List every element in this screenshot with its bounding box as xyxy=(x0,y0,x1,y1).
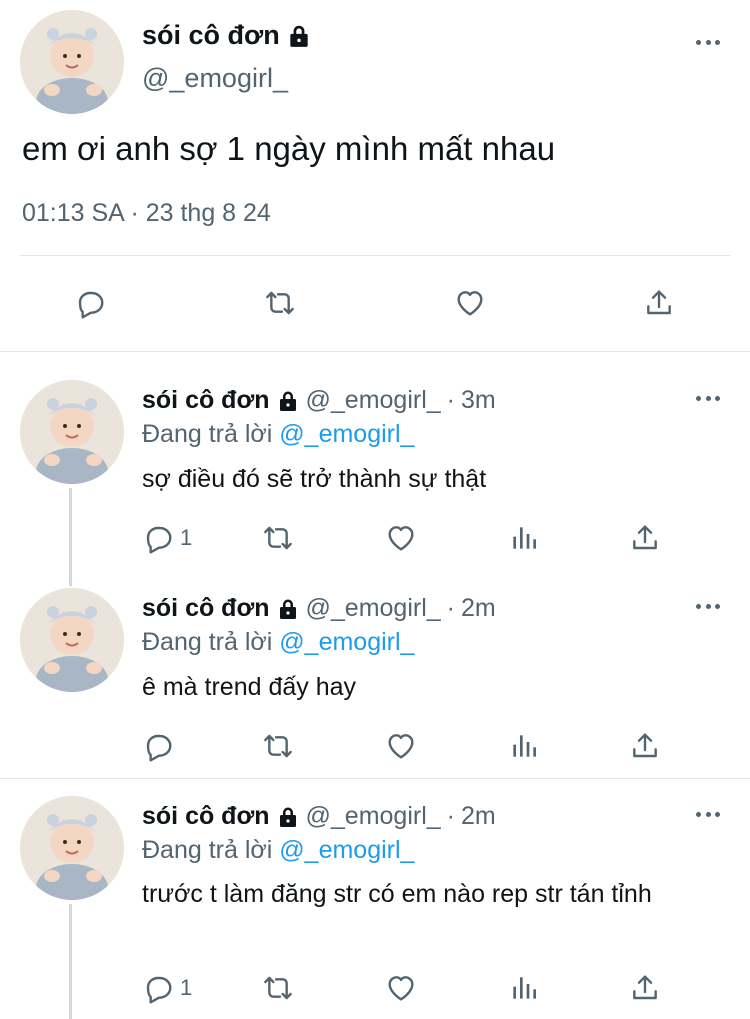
avatar[interactable] xyxy=(20,796,124,900)
tweet-time: 01:13 SA xyxy=(22,199,124,227)
replying-to-link[interactable]: @_emogirl_ xyxy=(279,836,414,864)
reply-button[interactable]: 1 xyxy=(142,972,192,1004)
like-button[interactable] xyxy=(385,730,417,762)
replying-to: Đang trả lời @_emogirl_ xyxy=(142,420,414,449)
retweet-button[interactable] xyxy=(259,282,301,324)
more-options-icon[interactable] xyxy=(693,596,723,616)
lock-icon xyxy=(276,597,300,621)
like-icon xyxy=(385,972,417,1004)
views-icon xyxy=(508,730,540,762)
reply-button[interactable]: 1 xyxy=(142,522,192,554)
replying-prefix: Đang trả lời xyxy=(142,836,273,864)
divider xyxy=(0,351,750,352)
more-options-icon[interactable] xyxy=(693,804,723,824)
tweet-text: em ơi anh sợ 1 ngày mình mất nhau xyxy=(22,130,556,167)
views-button[interactable] xyxy=(508,972,540,1004)
lock-icon xyxy=(286,23,312,49)
views-button[interactable] xyxy=(508,730,540,762)
share-button[interactable] xyxy=(629,972,661,1004)
divider xyxy=(20,255,730,256)
retweet-icon xyxy=(262,730,294,762)
tweet-timestamp[interactable]: 01:13 SA · 23 thg 8 24 xyxy=(22,199,271,228)
retweet-icon xyxy=(262,972,294,1004)
reply-text: trước t làm đăng str có em nào rep str t… xyxy=(142,880,652,908)
retweet-icon xyxy=(264,287,296,319)
share-button[interactable] xyxy=(638,282,680,324)
avatar[interactable] xyxy=(20,588,124,692)
replying-to: Đang trả lời @_emogirl_ xyxy=(142,836,414,865)
reply-header: sói cô đơn @_emogirl_ · 3m xyxy=(142,386,496,415)
reply-count: 1 xyxy=(180,975,193,1000)
replying-to-link[interactable]: @_emogirl_ xyxy=(279,628,414,656)
author-handle[interactable]: @_emogirl_ xyxy=(306,386,441,415)
replying-to-link[interactable]: @_emogirl_ xyxy=(279,420,414,448)
author-name[interactable]: sói cô đơn xyxy=(142,802,270,831)
more-options-icon[interactable] xyxy=(693,32,723,52)
reply-text: ê mà trend đấy hay xyxy=(142,673,357,701)
avatar[interactable] xyxy=(20,10,124,114)
share-button[interactable] xyxy=(629,522,661,554)
like-button[interactable] xyxy=(385,522,417,554)
views-icon xyxy=(508,972,540,1004)
retweet-button[interactable] xyxy=(262,972,294,1004)
replying-prefix: Đang trả lời xyxy=(142,628,273,656)
thread-line xyxy=(69,488,72,586)
author-handle[interactable]: @_emogirl_ xyxy=(306,594,441,623)
reply-count: 1 xyxy=(180,525,193,550)
replying-prefix: Đang trả lời xyxy=(142,420,273,448)
author-name[interactable]: sói cô đơn xyxy=(142,20,280,51)
like-icon xyxy=(385,730,417,762)
reply-header: sói cô đơn @_emogirl_ · 2m xyxy=(142,802,496,831)
lock-icon xyxy=(276,805,300,829)
more-options-icon[interactable] xyxy=(693,388,723,408)
avatar[interactable] xyxy=(20,380,124,484)
share-button[interactable] xyxy=(629,730,661,762)
divider xyxy=(0,778,750,779)
views-button[interactable] xyxy=(508,522,540,554)
retweet-icon xyxy=(262,522,294,554)
share-icon xyxy=(629,522,661,554)
like-icon xyxy=(385,522,417,554)
author-handle[interactable]: @_emogirl_ xyxy=(142,63,288,94)
reply-icon xyxy=(142,522,174,554)
replying-to: Đang trả lời @_emogirl_ xyxy=(142,628,414,657)
reply-icon xyxy=(142,972,174,1004)
author-name-row: sói cô đơn xyxy=(142,20,312,51)
thread-line xyxy=(69,904,72,1019)
reply-time[interactable]: 2m xyxy=(461,594,496,623)
author-name[interactable]: sói cô đơn xyxy=(142,386,270,415)
author-handle[interactable]: @_emogirl_ xyxy=(306,802,441,831)
share-icon xyxy=(643,287,675,319)
reply-button[interactable] xyxy=(69,282,111,324)
meta-separator: · xyxy=(446,802,455,830)
author-name[interactable]: sói cô đơn xyxy=(142,594,270,623)
like-button[interactable] xyxy=(449,282,491,324)
reply-icon xyxy=(142,730,174,762)
reply-text: sợ điều đó sẽ trở thành sự thật xyxy=(142,465,487,493)
reply-icon xyxy=(74,287,106,319)
reply-time[interactable]: 2m xyxy=(461,802,496,831)
reply-time[interactable]: 3m xyxy=(461,386,496,415)
share-icon xyxy=(629,972,661,1004)
reply-header: sói cô đơn @_emogirl_ · 2m xyxy=(142,594,496,623)
like-icon xyxy=(454,287,486,319)
tweet-date: 23 thg 8 24 xyxy=(145,199,271,227)
reply-button[interactable] xyxy=(142,730,180,762)
share-icon xyxy=(629,730,661,762)
views-icon xyxy=(508,522,540,554)
retweet-button[interactable] xyxy=(262,522,294,554)
meta-separator: · xyxy=(446,594,455,622)
like-button[interactable] xyxy=(385,972,417,1004)
lock-icon xyxy=(276,389,300,413)
retweet-button[interactable] xyxy=(262,730,294,762)
meta-separator: · xyxy=(130,199,139,227)
meta-separator: · xyxy=(446,386,455,414)
